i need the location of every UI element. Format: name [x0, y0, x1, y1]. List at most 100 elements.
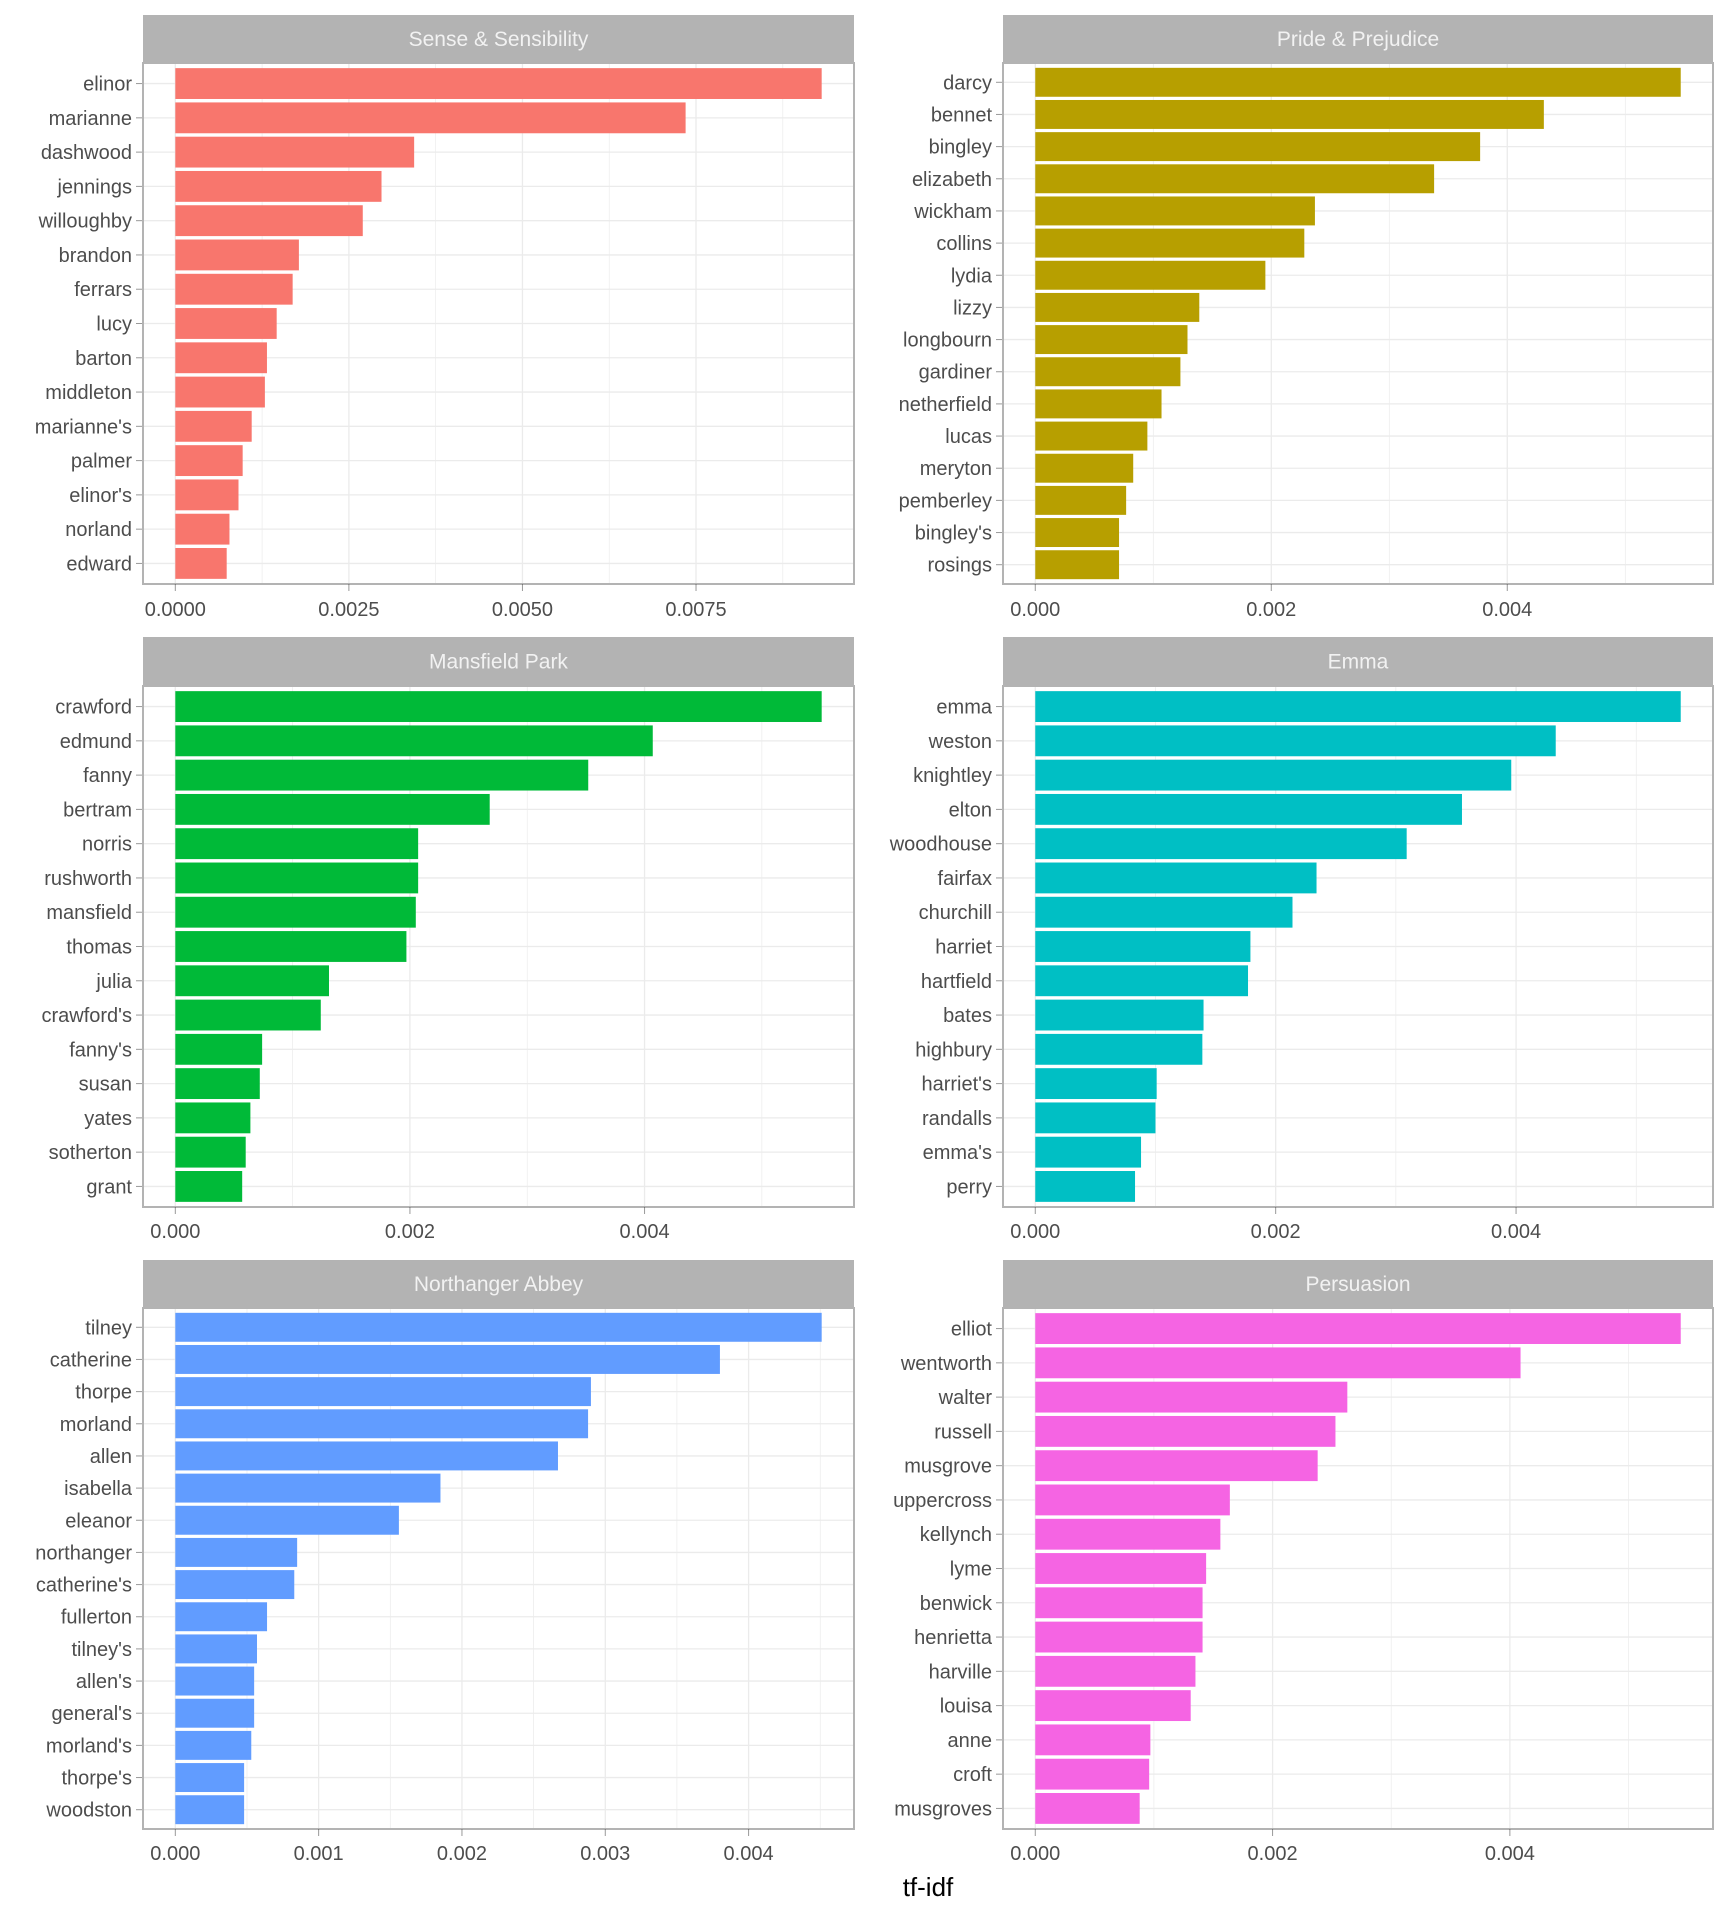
faceted-bar-chart: tf-idf Sense & Sensibility elinor marianne…	[35, 15, 1714, 1902]
y-tick-label: harville	[929, 1661, 992, 1683]
bar-croft	[1035, 1758, 1150, 1790]
y-tick-label: general's	[51, 1703, 132, 1725]
y-tick-label: highbury	[915, 1039, 992, 1061]
bar-collins	[1035, 228, 1305, 258]
bar-eleanor	[175, 1505, 399, 1535]
bar-pemberley	[1035, 485, 1127, 515]
y-tick-label: susan	[79, 1074, 132, 1096]
y-tick-label: brandon	[59, 245, 132, 267]
bar-barton	[175, 342, 267, 374]
y-tick-label: harriet	[935, 937, 992, 959]
x-tick-label: 0.002	[1248, 1843, 1298, 1865]
y-tick-label: pemberley	[899, 490, 992, 512]
bar-norland	[175, 513, 230, 545]
y-tick-label: uppercross	[893, 1490, 992, 1512]
x-tick-label: 0.0050	[492, 599, 553, 621]
y-tick-label: thomas	[66, 937, 132, 959]
bar-elinor	[175, 68, 822, 99]
bar-thorpe	[175, 1377, 591, 1407]
bar-willoughby	[175, 205, 363, 237]
y-tick-label: bingley	[929, 137, 992, 159]
bar-dashwood	[175, 136, 415, 168]
bar-perry	[1035, 1171, 1136, 1202]
bar-allen	[175, 1441, 558, 1471]
y-tick-label: louisa	[940, 1696, 993, 1718]
bar-randalls	[1035, 1102, 1156, 1134]
y-tick-label: crawford	[55, 697, 132, 719]
y-tick-label: longbourn	[903, 330, 992, 352]
y-tick-label: fairfax	[938, 868, 992, 890]
y-tick-label: benwick	[920, 1593, 993, 1615]
bar-marianne	[175, 102, 686, 134]
y-tick-label: tilney's	[71, 1639, 132, 1661]
x-tick-label: 0.001	[294, 1843, 344, 1865]
bar-grant	[175, 1171, 243, 1202]
bar-edward	[175, 548, 227, 579]
y-tick-label: lucas	[945, 426, 992, 448]
bar-bingley	[1035, 132, 1481, 162]
y-tick-label: barton	[75, 348, 132, 370]
bar-darcy	[1035, 67, 1681, 97]
bar-emma's	[1035, 1136, 1142, 1168]
y-tick-label: russell	[934, 1421, 992, 1443]
facet-title: Emma	[1328, 651, 1389, 674]
y-tick-label: hartfield	[921, 971, 992, 993]
bar-weston	[1035, 725, 1556, 757]
bar-crawford's	[175, 999, 321, 1031]
y-tick-label: bates	[943, 1005, 992, 1027]
bar-allen's	[175, 1666, 255, 1696]
y-tick-label: sotherton	[49, 1142, 132, 1164]
y-tick-label: grant	[86, 1176, 132, 1198]
panel-sense-sensibility: Sense & Sensibility elinor marianne dashwoo…	[35, 15, 855, 621]
bar-benwick	[1035, 1587, 1203, 1619]
y-tick-label: marianne's	[35, 416, 132, 438]
facet-title: Persuasion	[1305, 1273, 1410, 1296]
bar-rosings	[1035, 550, 1120, 580]
x-tick-label: 0.002	[385, 1221, 435, 1243]
y-tick-label: elinor's	[69, 485, 132, 507]
bar-fanny	[175, 759, 589, 791]
y-tick-label: randalls	[922, 1108, 992, 1130]
y-tick-label: wentworth	[900, 1353, 992, 1375]
bar-anne	[1035, 1724, 1151, 1756]
bar-crawford	[175, 691, 822, 722]
panel-pride-prejudice: Pride & Prejudice darcy bennet bingley eliza…	[899, 15, 1714, 621]
bar-ferrars	[175, 273, 293, 305]
y-tick-label: meryton	[920, 458, 992, 480]
y-tick-label: marianne	[49, 108, 132, 130]
y-tick-label: allen	[90, 1446, 132, 1468]
x-tick-label: 0.000	[1010, 599, 1060, 621]
bar-harville	[1035, 1655, 1196, 1687]
bar-longbourn	[1035, 325, 1188, 355]
y-tick-label: middleton	[45, 382, 132, 404]
bar-louisa	[1035, 1690, 1191, 1722]
y-tick-label: wickham	[913, 201, 992, 223]
y-tick-label: yates	[84, 1108, 132, 1130]
x-tick-label: 0.002	[1251, 1221, 1301, 1243]
bar-woodhouse	[1035, 828, 1407, 860]
x-tick-label: 0.004	[1485, 1843, 1535, 1865]
bar-elton	[1035, 793, 1462, 825]
y-tick-label: ferrars	[74, 279, 132, 301]
y-tick-label: musgroves	[894, 1798, 992, 1820]
bar-meryton	[1035, 453, 1134, 483]
panel-mansfield-park: Mansfield Park crawford edmund fanny bertram…	[41, 637, 855, 1243]
y-tick-label: bennet	[931, 104, 993, 126]
y-tick-label: henrietta	[914, 1627, 993, 1649]
bar-lydia	[1035, 260, 1266, 290]
bar-bennet	[1035, 99, 1544, 129]
y-tick-label: rosings	[928, 555, 992, 577]
x-tick-label: 0.000	[150, 1843, 200, 1865]
bar-walter	[1035, 1381, 1348, 1413]
x-tick-label: 0.003	[580, 1843, 630, 1865]
bar-musgrove	[1035, 1450, 1318, 1482]
y-tick-label: edmund	[60, 731, 132, 753]
x-tick-label: 0.002	[1246, 599, 1296, 621]
y-tick-label: eleanor	[65, 1510, 132, 1532]
y-tick-label: collins	[936, 233, 992, 255]
y-tick-label: fullerton	[61, 1607, 132, 1629]
y-tick-label: crawford's	[41, 1005, 132, 1027]
bar-tilney	[175, 1312, 822, 1342]
bar-harriet's	[1035, 1068, 1157, 1100]
y-tick-label: julia	[95, 971, 132, 993]
